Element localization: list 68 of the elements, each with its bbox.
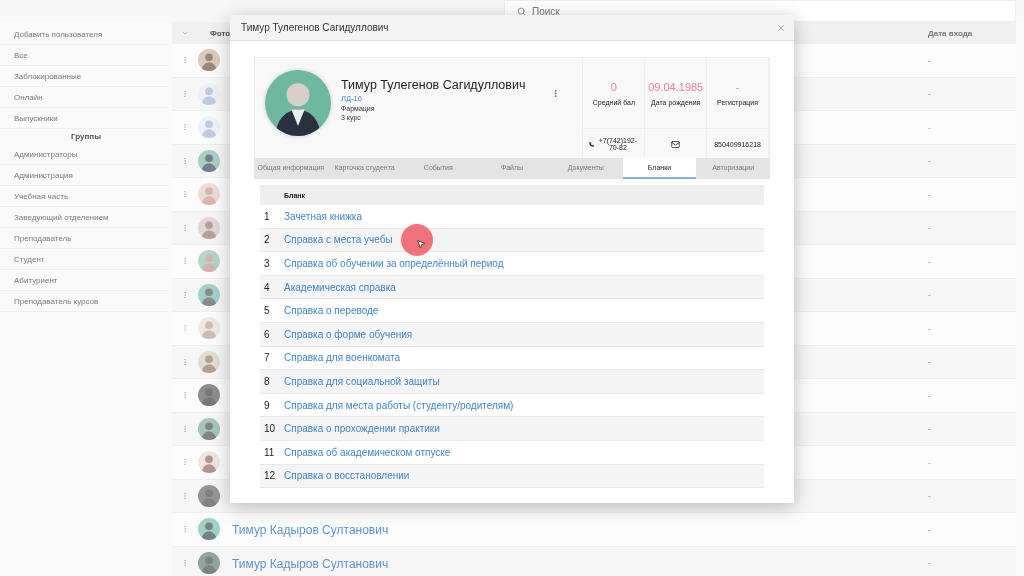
sidebar-item[interactable]: Абитуриент	[0, 270, 168, 291]
sidebar-item[interactable]: Добавить пользователя	[0, 24, 168, 45]
sidebar-item[interactable]: Онлайн	[0, 87, 168, 108]
form-link[interactable]: Справка о переводе	[284, 305, 379, 317]
row-number: 10	[263, 423, 277, 435]
row-number: 5	[263, 305, 271, 317]
envelope-icon	[671, 139, 681, 149]
column-header: Дата входа	[928, 28, 973, 38]
sidebar-item[interactable]: Администраторы	[0, 144, 168, 165]
table-cell: -	[928, 323, 931, 333]
table-cell: -	[928, 390, 931, 400]
form-link[interactable]: Справка о форме обучения	[284, 328, 413, 340]
table-cell: -	[928, 290, 931, 300]
sidebar-item[interactable]: Заблокированные	[0, 66, 168, 87]
form-link[interactable]: Справка для места работы (студенту/родителям)	[284, 399, 514, 411]
stat-value: -	[735, 80, 740, 93]
row-number: 3	[263, 258, 271, 269]
row-number: 2	[263, 234, 271, 246]
form-link[interactable]: Справка для военкомата	[284, 352, 400, 364]
phone-icon	[589, 140, 595, 148]
row-number: 11	[263, 446, 276, 458]
user-name-link[interactable]: Тимур Кадыров Султанович	[232, 523, 389, 538]
sidebar-item[interactable]: Преподаватель курсов	[0, 291, 168, 312]
sidebar-item[interactable]: Выпускники	[0, 108, 168, 129]
table-cell: -	[928, 524, 931, 534]
form-link[interactable]: Справка с места учебы	[284, 234, 393, 246]
stat-value: 0	[610, 80, 617, 93]
row-number: 9	[263, 399, 271, 411]
row-number: 12	[263, 470, 277, 482]
table-cell: -	[928, 89, 931, 99]
stat-value: 09.04.1985	[648, 80, 704, 93]
form-link[interactable]: Зачетная книжка	[284, 210, 362, 222]
table-cell: -	[928, 256, 931, 266]
table-cell: -	[928, 189, 931, 199]
row-number: 8	[263, 375, 271, 387]
table-cell: -	[928, 357, 931, 367]
sidebar-item[interactable]: Учебная часть	[0, 186, 168, 207]
table-cell: -	[928, 457, 931, 467]
row-number: 1	[263, 210, 271, 222]
column-header: Фото	[210, 28, 231, 38]
user-name-link[interactable]: Тимур Кадыров Султанович	[232, 556, 389, 571]
modal-title: Тимур Тулегенов Сагидуллович	[241, 22, 389, 33]
table-cell: -	[928, 424, 931, 434]
sidebar-heading: Группы	[70, 131, 102, 143]
table-cell: -	[928, 156, 931, 166]
search-icon	[517, 6, 526, 16]
sidebar-item[interactable]: Студент	[0, 249, 168, 270]
row-number: 7	[263, 352, 271, 364]
sidebar-item[interactable]: Администрация	[0, 165, 168, 186]
table-cell: -	[928, 223, 931, 233]
sidebar-item[interactable]: Все	[0, 45, 168, 66]
form-link[interactable]: Академическая справка	[284, 281, 396, 293]
table-cell: -	[928, 55, 931, 65]
form-link[interactable]: Справка об академическом отпуске	[284, 446, 451, 458]
form-link[interactable]: Справка для социальной защиты	[284, 375, 440, 387]
profile-name: Тимур Тулегенов Сагидуллович	[341, 78, 526, 92]
table-cell: -	[928, 491, 931, 501]
row-number: 4	[263, 281, 271, 293]
table-cell: -	[928, 122, 931, 132]
form-link[interactable]: Справка о восстановлении	[284, 470, 410, 482]
sidebar-item[interactable]: Заведующий отделением	[0, 207, 168, 228]
form-link[interactable]: Справка об обучении за определённый период	[284, 258, 504, 269]
close-button[interactable]	[776, 22, 786, 33]
row-number: 6	[263, 328, 271, 340]
sidebar-item[interactable]: Преподаватель	[0, 228, 168, 249]
table-cell: -	[928, 558, 931, 568]
caret-icon[interactable]	[181, 29, 189, 37]
form-link[interactable]: Справка о прохождении практики	[284, 423, 440, 435]
